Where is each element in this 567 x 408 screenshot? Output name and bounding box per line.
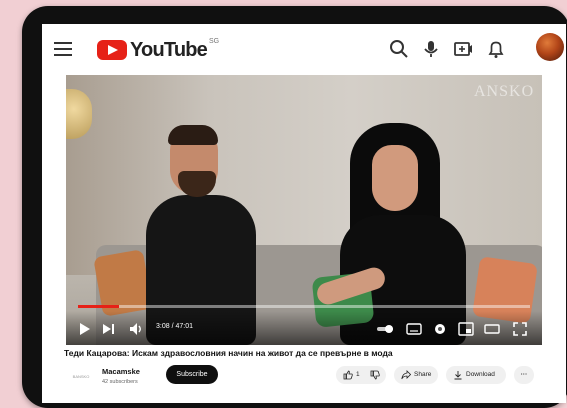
subscribe-button[interactable]: Subscribe (166, 365, 218, 384)
top-bar: YouTube SG (42, 24, 566, 74)
autoplay-toggle[interactable] (376, 321, 396, 337)
screen: YouTube SG ANSKO 3:08 / 47:01 Теди Кацар… (42, 24, 566, 403)
like-count: 1 (356, 371, 360, 378)
video-person-woman-head (372, 145, 418, 211)
time-current: 3:08 (156, 323, 170, 330)
download-icon (454, 371, 462, 380)
video-watermark: ANSKO (474, 83, 535, 100)
avatar[interactable] (536, 33, 564, 61)
settings-icon[interactable] (432, 321, 448, 337)
play-icon[interactable] (78, 321, 92, 337)
theater-icon[interactable] (484, 321, 500, 337)
download-label: Download (466, 371, 495, 378)
progress-fill (78, 305, 119, 308)
like-dislike-group: 1 (336, 366, 386, 384)
create-icon[interactable] (452, 38, 474, 60)
share-icon (401, 370, 411, 380)
progress-bar[interactable] (78, 305, 530, 308)
logo-text: YouTube (130, 38, 208, 61)
download-button[interactable]: Download (446, 366, 506, 384)
share-button[interactable]: Share (394, 366, 438, 384)
player-controls: 3:08 / 47:01 (66, 311, 542, 345)
share-label: Share (414, 371, 432, 378)
like-icon[interactable] (343, 370, 353, 380)
channel-name[interactable]: Macamske (102, 367, 140, 376)
search-icon[interactable] (388, 38, 410, 60)
time-total: 47:01 (175, 323, 193, 330)
tablet-frame: YouTube SG ANSKO 3:08 / 47:01 Теди Кацар… (22, 6, 567, 408)
video-person-man-hair (168, 125, 218, 145)
menu-icon[interactable] (54, 42, 72, 56)
dislike-icon[interactable] (370, 370, 380, 380)
more-icon[interactable]: ··· (514, 366, 534, 384)
fullscreen-icon[interactable] (512, 321, 528, 337)
bell-icon[interactable] (485, 38, 507, 60)
time-display: 3:08 / 47:01 (156, 323, 193, 330)
region-code: SG (208, 37, 220, 45)
video-title[interactable]: Теди Кацарова: Искам здравословния начин… (64, 348, 544, 358)
video-player[interactable]: ANSKO 3:08 / 47:01 (66, 75, 542, 345)
miniplayer-icon[interactable] (458, 321, 474, 337)
volume-icon[interactable] (128, 321, 144, 337)
youtube-logo[interactable]: YouTube SG (97, 37, 220, 61)
captions-icon[interactable] (406, 321, 422, 337)
channel-logo[interactable]: BANSKO (68, 368, 94, 386)
subscriber-count: 42 subscribers (102, 379, 138, 385)
next-icon[interactable] (102, 321, 116, 337)
youtube-play-icon (97, 40, 127, 60)
mic-icon[interactable] (420, 38, 442, 60)
